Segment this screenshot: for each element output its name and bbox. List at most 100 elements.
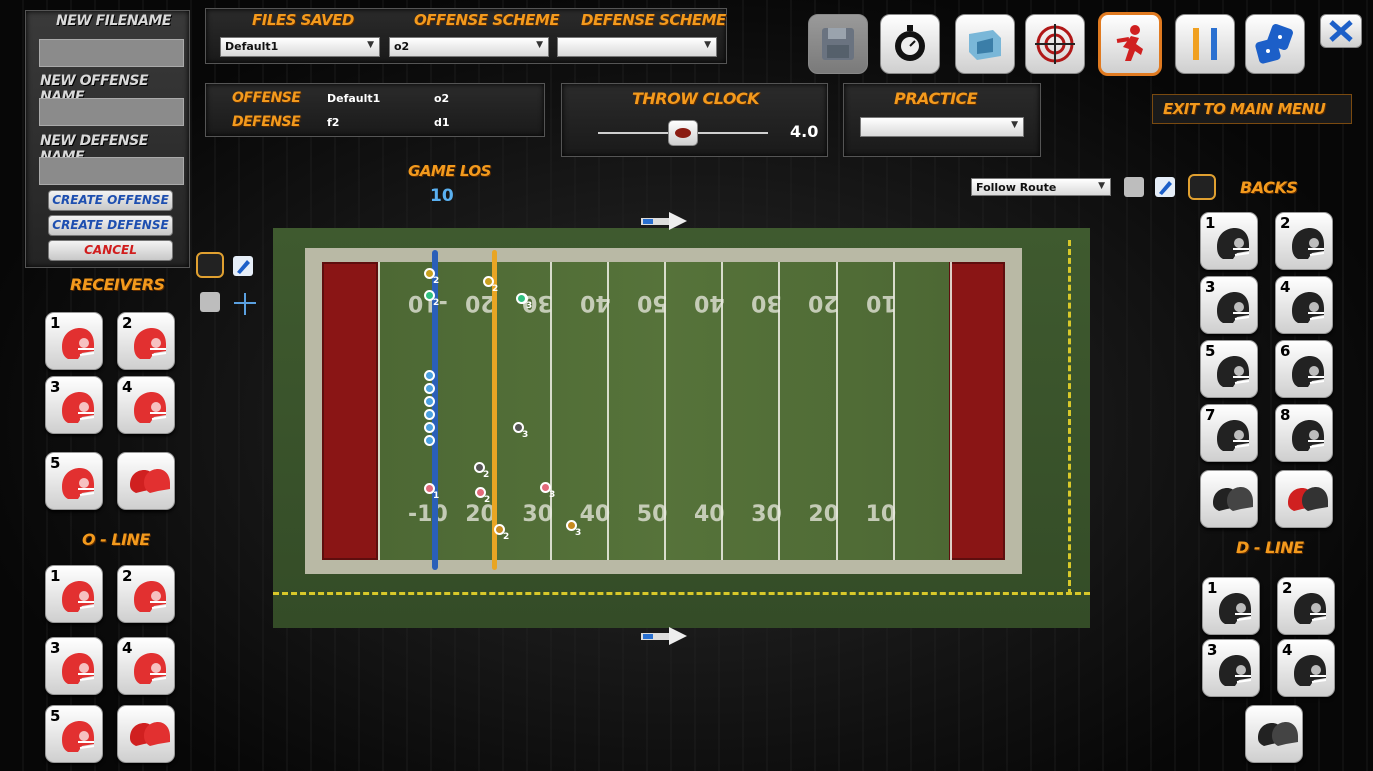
game-los-label: GAME LOS	[408, 162, 491, 180]
back-8-button[interactable]: 8	[1275, 404, 1333, 462]
offense-scheme-label: OFFENSE SCHEME	[414, 11, 560, 29]
oline-3-button[interactable]: 3	[45, 637, 103, 695]
trash-icon[interactable]	[1124, 177, 1144, 197]
pause-button[interactable]	[1175, 14, 1235, 74]
back-4-button[interactable]: 4	[1275, 276, 1333, 334]
formation-toggle-icon[interactable]	[196, 252, 224, 278]
back-1-button[interactable]: 1	[1200, 212, 1258, 270]
yard-number: 40	[579, 290, 611, 315]
dline-2-button[interactable]: 2	[1277, 577, 1335, 635]
helmet-icon	[62, 721, 95, 752]
yard-number: 30	[522, 502, 554, 527]
yard-number: -10	[408, 502, 448, 527]
oline-group-button[interactable]	[117, 705, 175, 763]
back-5-button[interactable]: 5	[1200, 340, 1258, 398]
target-button[interactable]	[1025, 14, 1085, 74]
route-point-marker[interactable]	[424, 396, 435, 407]
oline-5-button[interactable]: 5	[45, 705, 103, 763]
helmet-icon	[1217, 356, 1250, 387]
back-6-button[interactable]: 6	[1275, 340, 1333, 398]
back-3-button[interactable]: 3	[1200, 276, 1258, 334]
defense-group-button[interactable]	[1275, 470, 1333, 528]
create-defense-button[interactable]: CREATE DEFENSE	[48, 215, 173, 236]
back-7-button[interactable]: 7	[1200, 404, 1258, 462]
files-saved-dropdown[interactable]: Default1 ▼	[220, 37, 380, 57]
yard-number: 20	[808, 290, 840, 315]
practice-dropdown[interactable]: ▼	[860, 117, 1024, 137]
dline-1-button[interactable]: 1	[1202, 577, 1260, 635]
runner-icon	[1116, 25, 1143, 61]
current-scheme-panel: OFFENSE Default1 o2 DEFENSE f2 d1	[205, 83, 545, 137]
save-icon	[822, 28, 854, 60]
route-point-marker[interactable]	[424, 409, 435, 420]
dline-group-button[interactable]	[1245, 705, 1303, 763]
backs-group-button[interactable]	[1200, 470, 1258, 528]
endzone-left	[322, 262, 378, 560]
crosshair-icon[interactable]	[234, 293, 256, 315]
oline-2-button[interactable]: 2	[117, 565, 175, 623]
offense-file: Default1	[327, 92, 381, 105]
receiver-group-button[interactable]	[117, 452, 175, 510]
target-icon	[1035, 24, 1075, 64]
yard-number: 10	[865, 290, 897, 315]
football-icon	[675, 128, 691, 138]
cancel-button[interactable]: CANCEL	[48, 240, 173, 261]
new-defense-name-input[interactable]	[39, 157, 184, 185]
yard-number: 20	[808, 502, 840, 527]
throw-clock-slider[interactable]	[668, 120, 698, 146]
offense-scheme-current: o2	[434, 92, 450, 105]
pencil-icon[interactable]	[1155, 177, 1175, 197]
route-point-marker[interactable]	[424, 370, 435, 381]
dline-3-button[interactable]: 3	[1202, 639, 1260, 697]
yard-line	[378, 262, 380, 560]
offense-scheme-dropdown[interactable]: o2 ▼	[389, 37, 549, 57]
save-button[interactable]	[808, 14, 868, 74]
defense-scheme-dropdown[interactable]: ▼	[557, 37, 717, 57]
oline-1-button[interactable]: 1	[45, 565, 103, 623]
follow-route-dropdown[interactable]: Follow Route ▼	[971, 178, 1111, 196]
random-play-button[interactable]	[1245, 14, 1305, 74]
new-filename-label: NEW FILENAME	[56, 13, 171, 29]
helmet-icon	[1294, 655, 1327, 686]
dline-4-button[interactable]: 4	[1277, 639, 1335, 697]
helmet-icon	[62, 392, 95, 423]
helmets-group-icon	[1258, 722, 1298, 746]
run-play-button[interactable]	[1098, 12, 1162, 76]
helmet-icon	[1292, 356, 1325, 387]
new-filename-input[interactable]	[39, 39, 184, 67]
route-point-marker[interactable]	[424, 422, 435, 433]
exit-to-main-menu-button[interactable]: EXIT TO MAIN MENU	[1152, 94, 1352, 124]
helmet-icon	[1219, 593, 1252, 624]
receiver-5-button[interactable]: 5	[45, 452, 103, 510]
receivers-label: RECEIVERS	[70, 275, 165, 294]
route-point-marker[interactable]	[424, 435, 435, 446]
route-point-marker[interactable]	[424, 383, 435, 394]
formation-toggle-icon[interactable]	[1188, 174, 1216, 200]
helmet-icon	[1217, 292, 1250, 323]
back-2-button[interactable]: 2	[1275, 212, 1333, 270]
new-offense-name-input[interactable]	[39, 98, 184, 126]
close-button[interactable]	[1320, 14, 1362, 48]
route-point-marker[interactable]	[516, 293, 527, 304]
yard-number: 40	[694, 290, 725, 315]
stopwatch-icon	[895, 25, 925, 61]
receiver-3-button[interactable]: 3	[45, 376, 103, 434]
receiver-2-button[interactable]: 2	[117, 312, 175, 370]
chevron-down-icon: ▼	[1011, 120, 1018, 130]
receiver-4-button[interactable]: 4	[117, 376, 175, 434]
oline-label: O - LINE	[82, 530, 150, 549]
yard-number: 10	[865, 502, 897, 527]
chevron-down-icon: ▼	[367, 40, 374, 50]
throw-clock-label: THROW CLOCK	[632, 89, 760, 108]
formation-button[interactable]	[955, 14, 1015, 74]
practice-label: PRACTICE	[894, 89, 978, 108]
close-icon	[1329, 20, 1353, 42]
oline-4-button[interactable]: 4	[117, 637, 175, 695]
receiver-1-button[interactable]: 1	[45, 312, 103, 370]
stopwatch-button[interactable]	[880, 14, 940, 74]
trash-icon[interactable]	[200, 292, 220, 312]
pencil-icon[interactable]	[233, 256, 253, 276]
create-offense-button[interactable]: CREATE OFFENSE	[48, 190, 173, 211]
direction-arrow-icon	[641, 627, 687, 645]
defense-scheme-label: DEFENSE SCHEME	[581, 11, 726, 29]
